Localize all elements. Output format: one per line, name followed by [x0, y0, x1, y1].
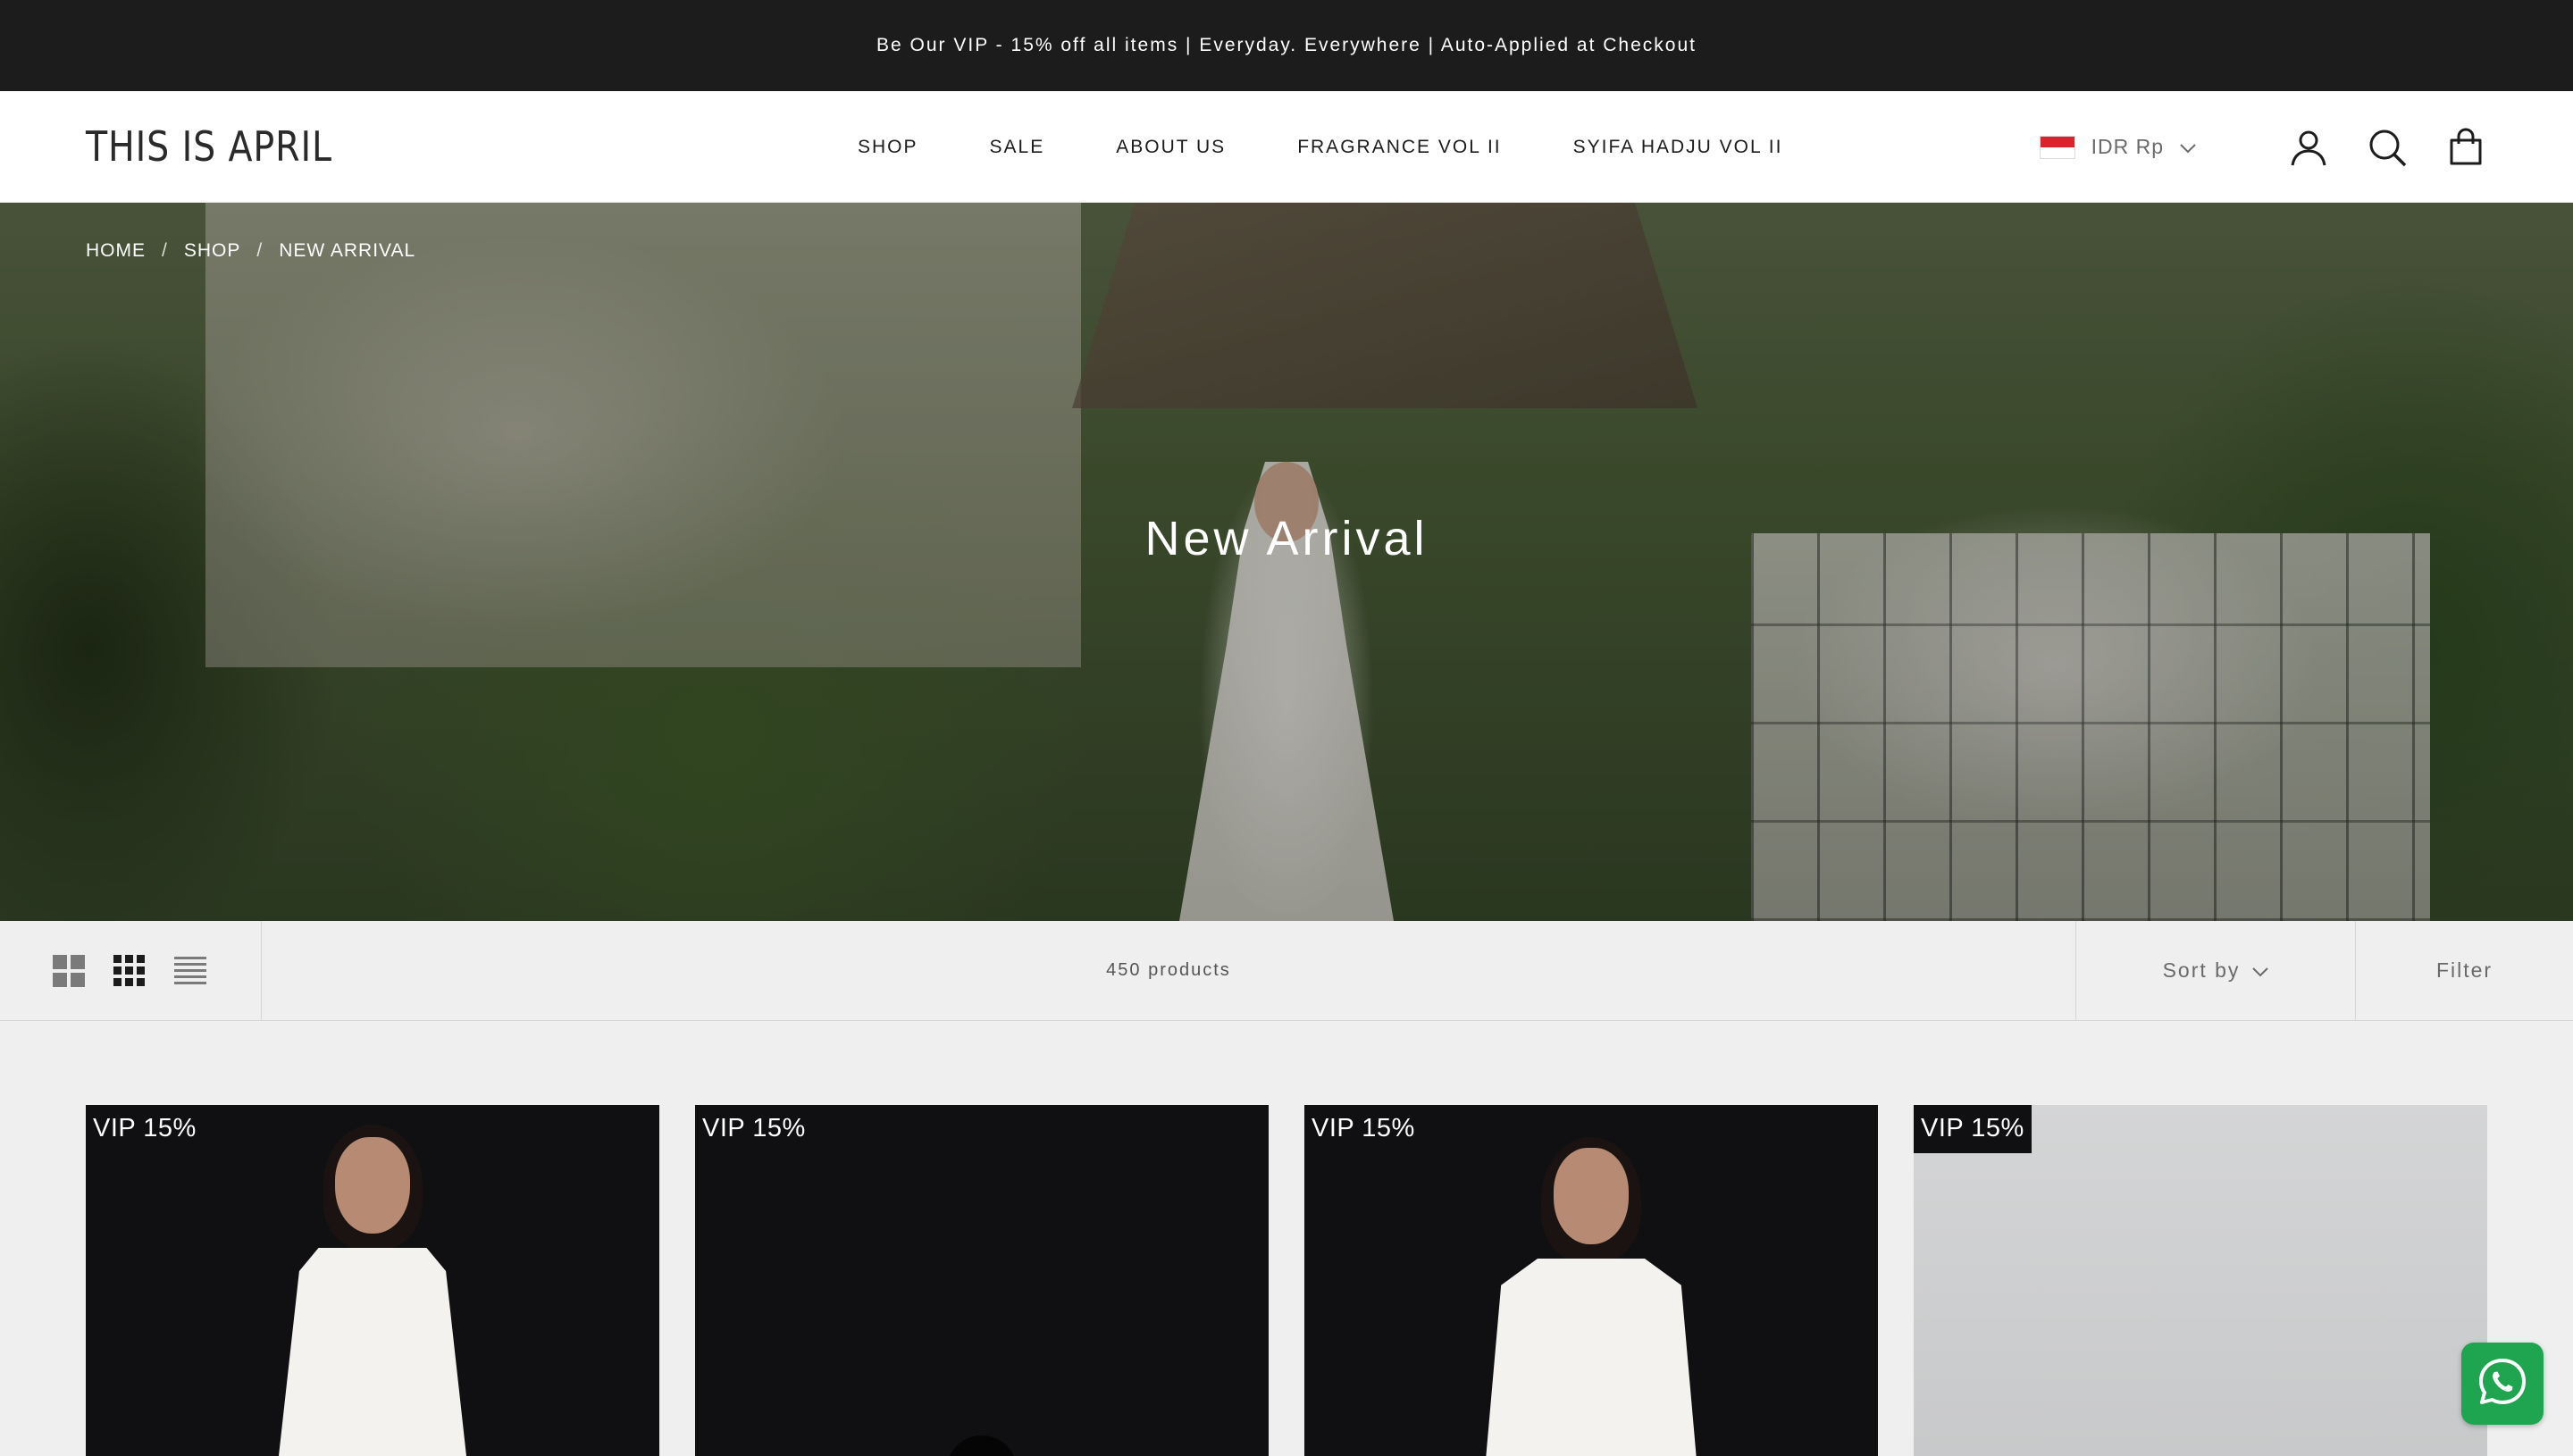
currency-selector[interactable]: IDR Rp — [2039, 135, 2196, 159]
announcement-text: Be Our VIP - 15% off all items | Everyda… — [876, 35, 1697, 55]
discount-badge: VIP 15% — [1304, 1105, 1422, 1153]
flag-indonesia-icon — [2039, 135, 2075, 159]
nav-item-shop[interactable]: SHOP — [858, 137, 918, 158]
product-count: 450 products — [1106, 960, 1231, 980]
nav-item-fragrance-vol-ii[interactable]: FRAGRANCE VOL II — [1297, 137, 1501, 158]
hero-background-building — [205, 203, 1081, 667]
layout-switcher — [0, 921, 262, 1020]
logo[interactable]: THIS IS APRIL — [86, 122, 332, 171]
nav-item-sale[interactable]: SALE — [990, 137, 1045, 158]
header-actions: IDR Rp — [2039, 91, 2487, 203]
grid-large-icon[interactable] — [52, 954, 86, 988]
nav-item-about-us[interactable]: ABOUT US — [1116, 137, 1226, 158]
product-grid: VIP 15% VIP 15% VIP 15% VIP 15% — [0, 1021, 2573, 1456]
nav-item-syifa-hadju-vol-ii[interactable]: SYIFA HADJU VOL II — [1573, 137, 1783, 158]
product-card[interactable]: VIP 15% — [695, 1105, 1269, 1456]
sort-by-label: Sort by — [2162, 958, 2241, 982]
currency-label: IDR Rp — [2091, 135, 2164, 158]
product-image — [1914, 1105, 2487, 1456]
whatsapp-icon — [2476, 1355, 2529, 1413]
product-image — [230, 1105, 515, 1456]
sort-by-button[interactable]: Sort by — [2075, 921, 2355, 1020]
breadcrumb-separator: / — [256, 240, 264, 261]
product-card[interactable]: VIP 15% — [1304, 1105, 1878, 1456]
account-icon[interactable] — [2287, 126, 2330, 169]
collection-toolbar: 450 products Sort by Filter — [0, 921, 2573, 1021]
product-card[interactable]: VIP 15% — [1914, 1105, 2487, 1456]
cart-bag-icon[interactable] — [2444, 126, 2487, 169]
site-header: THIS IS APRIL SHOP SALE ABOUT US FRAGRAN… — [0, 91, 2573, 203]
breadcrumb: HOME / SHOP / NEW ARRIVAL — [86, 240, 415, 262]
list-icon[interactable] — [173, 954, 207, 988]
breadcrumb-home[interactable]: HOME — [86, 240, 146, 262]
collection-hero: HOME / SHOP / NEW ARRIVAL New Arrival — [0, 203, 2573, 921]
chevron-down-icon — [2180, 135, 2196, 159]
grid-small-icon[interactable] — [113, 954, 147, 988]
breadcrumb-separator: / — [162, 240, 168, 261]
chevron-down-icon — [2252, 958, 2269, 983]
whatsapp-chat-button[interactable] — [2461, 1343, 2544, 1425]
search-icon[interactable] — [2366, 126, 2409, 169]
product-image — [946, 1435, 1018, 1456]
announcement-bar: Be Our VIP - 15% off all items | Everyda… — [0, 0, 2573, 91]
hero-background-roof — [1072, 203, 1697, 408]
discount-badge: VIP 15% — [1914, 1105, 2032, 1153]
main-nav: SHOP SALE ABOUT US FRAGRANCE VOL II SYIF… — [858, 91, 1782, 203]
hero-background-gate — [1751, 533, 2430, 921]
product-image — [1448, 1105, 1734, 1456]
page-title: New Arrival — [1144, 512, 1429, 565]
breadcrumb-shop[interactable]: SHOP — [184, 240, 241, 262]
product-card[interactable]: VIP 15% — [86, 1105, 659, 1456]
discount-badge: VIP 15% — [695, 1105, 813, 1153]
filter-button[interactable]: Filter — [2355, 921, 2573, 1020]
breadcrumb-current: NEW ARRIVAL — [279, 240, 416, 261]
discount-badge: VIP 15% — [86, 1105, 204, 1153]
